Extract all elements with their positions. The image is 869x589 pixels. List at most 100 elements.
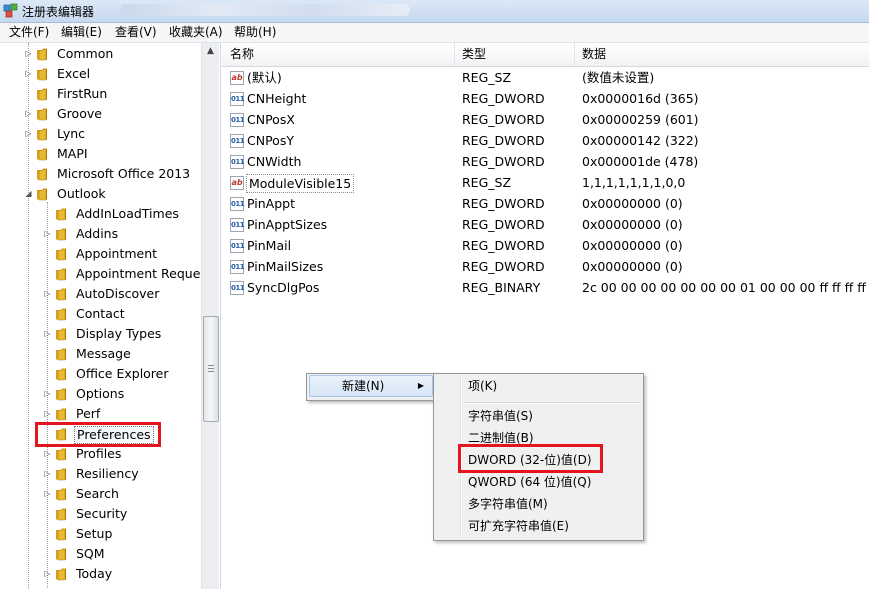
value-row[interactable]: 011 PinAppt REG_DWORD 0x00000000 (0) [222, 193, 869, 214]
tree-item[interactable]: SQM [0, 544, 205, 564]
tree-item[interactable]: MAPI [0, 144, 205, 164]
list-header: 名称 类型 数据 [222, 43, 869, 67]
tree-item-label: Today [76, 566, 113, 581]
folder-icon [56, 568, 66, 581]
tree-item[interactable]: ▷ Resiliency [0, 464, 205, 484]
value-data: 0x00000259 (601) [582, 112, 699, 127]
folder-icon [37, 108, 47, 121]
tree-item-label: MAPI [57, 146, 88, 161]
tree-item[interactable]: ▷ Options [0, 384, 205, 404]
column-name[interactable]: 名称 [222, 43, 455, 66]
expand-arrow-icon[interactable]: ▷ [43, 468, 52, 479]
scrollbar-thumb[interactable] [203, 316, 219, 422]
value-row[interactable]: 011 CNPosY REG_DWORD 0x00000142 (322) [222, 130, 869, 151]
tree-item-label: Perf [76, 406, 101, 421]
menu-item-new-label: 新建(N) [342, 379, 385, 393]
value-type: REG_SZ [462, 70, 512, 85]
expand-arrow-icon[interactable]: ▷ [24, 48, 33, 59]
menu-item-new[interactable]: 新建(N) ▶ [309, 375, 433, 397]
tree-item[interactable]: ▷ Profiles [0, 444, 205, 464]
value-row[interactable]: 011 CNHeight REG_DWORD 0x0000016d (365) [222, 88, 869, 109]
value-data: (数值未设置) [582, 70, 655, 85]
regedit-icon [3, 3, 18, 18]
scroll-up-arrow-icon[interactable]: ▲ [202, 43, 219, 60]
tree-item-label: AddInLoadTimes [76, 206, 179, 221]
expand-arrow-icon[interactable]: ▷ [43, 488, 52, 499]
tree-item[interactable]: Office Explorer [0, 364, 205, 384]
tree-item-label: Excel [57, 66, 91, 81]
folder-icon [56, 268, 66, 281]
column-type[interactable]: 类型 [454, 43, 575, 66]
window-title: 注册表编辑器 [22, 5, 95, 19]
tree-item-label: Appointment [76, 246, 158, 261]
binary-value-icon: 011 [230, 260, 245, 274]
folder-icon [56, 288, 66, 301]
value-row[interactable]: ab (默认) REG_SZ (数值未设置) [222, 67, 869, 88]
submenu-item-string[interactable]: 字符串值(S) [436, 406, 639, 426]
value-row[interactable]: 011 PinMail REG_DWORD 0x00000000 (0) [222, 235, 869, 256]
menu-edit[interactable]: 编辑(E) [58, 25, 105, 40]
collapse-arrow-icon[interactable]: ◢ [24, 188, 33, 199]
tree-item[interactable]: Appointment Reques [0, 264, 207, 284]
folder-icon [37, 148, 47, 161]
folder-icon [56, 508, 66, 521]
expand-arrow-icon[interactable]: ▷ [43, 388, 52, 399]
value-data: 2c 00 00 00 00 00 00 00 01 00 00 00 ff f… [582, 280, 869, 295]
grip-icon [208, 365, 214, 373]
tree-item[interactable]: ▷ AutoDiscover [0, 284, 205, 304]
tree-item[interactable]: ▷ Lync [0, 124, 205, 144]
expand-arrow-icon[interactable]: ▷ [43, 448, 52, 459]
menu-view[interactable]: 查看(V) [112, 25, 160, 40]
tree-item[interactable]: ▷ Excel [0, 64, 205, 84]
tree-item[interactable]: AddInLoadTimes [0, 204, 205, 224]
tree-item[interactable]: Security [0, 504, 205, 524]
tree-item[interactable]: ▷ Perf [0, 404, 205, 424]
tree-item[interactable]: ▷ Search [0, 484, 205, 504]
menu-favorites[interactable]: 收藏夹(A) [166, 25, 226, 40]
tree-item[interactable]: ▷ Addins [0, 224, 205, 244]
expand-arrow-icon[interactable]: ▷ [43, 328, 52, 339]
value-type: REG_DWORD [462, 112, 545, 127]
submenu-item-multistring-label: 多字符串值(M) [468, 497, 548, 511]
menu-file[interactable]: 文件(F) [6, 25, 52, 40]
tree-item[interactable]: Appointment [0, 244, 205, 264]
folder-icon [56, 208, 66, 221]
expand-arrow-icon[interactable]: ▷ [43, 288, 52, 299]
value-row[interactable]: 011 SyncDlgPos REG_BINARY 2c 00 00 00 00 00… [222, 277, 869, 298]
column-data[interactable]: 数据 [574, 43, 868, 66]
expand-arrow-icon[interactable]: ▷ [24, 68, 33, 79]
expand-arrow-icon[interactable]: ▷ [24, 128, 33, 139]
tree-item[interactable]: ◢ Outlook [0, 184, 205, 204]
value-name: CNWidth [247, 154, 302, 169]
value-row[interactable]: 011 PinMailSizes REG_DWORD 0x00000000 (0) [222, 256, 869, 277]
tree-item[interactable]: ▷ Today [0, 564, 205, 584]
menu-help[interactable]: 帮助(H) [231, 25, 279, 40]
submenu-item-expandstring[interactable]: 可扩充字符串值(E) [436, 516, 639, 536]
tree-item[interactable]: Contact [0, 304, 205, 324]
submenu-item-expandstring-label: 可扩充字符串值(E) [468, 519, 569, 533]
tree-item[interactable]: Microsoft Office 2013 [0, 164, 205, 184]
tree-item[interactable]: ▷ Common [0, 44, 205, 64]
value-row[interactable]: 011 CNPosX REG_DWORD 0x00000259 (601) [222, 109, 869, 130]
tree-item[interactable]: Setup [0, 524, 205, 544]
expand-arrow-icon[interactable]: ▷ [43, 568, 52, 579]
registry-tree[interactable]: ▷ Common ▷ Excel FirstRun ▷ Groove ▷ Lync MAPI Mic… [0, 43, 221, 589]
submenu-item-key[interactable]: 项(K) [436, 376, 639, 396]
menu-bar: 文件(F) 编辑(E) 查看(V) 收藏夹(A) 帮助(H) [0, 23, 869, 43]
tree-item[interactable]: Message [0, 344, 205, 364]
value-row[interactable]: ab ModuleVisible15 REG_SZ 1,1,1,1,1,1,1,0,0 [222, 172, 869, 193]
submenu-item-multistring[interactable]: 多字符串值(M) [436, 494, 639, 514]
tree-item[interactable]: ▷ Groove [0, 104, 205, 124]
tree-scrollbar[interactable]: ▲ [201, 43, 219, 589]
expand-arrow-icon[interactable]: ▷ [43, 408, 52, 419]
value-row[interactable]: 011 CNWidth REG_DWORD 0x000001de (478) [222, 151, 869, 172]
folder-icon [56, 488, 66, 501]
tree-item-label: Addins [76, 226, 119, 241]
tree-item[interactable]: FirstRun [0, 84, 205, 104]
value-row[interactable]: 011 PinApptSizes REG_DWORD 0x00000000 (0) [222, 214, 869, 235]
expand-arrow-icon[interactable]: ▷ [43, 228, 52, 239]
submenu-item-qword[interactable]: QWORD (64 位)值(Q) [436, 472, 639, 492]
tree-item[interactable]: ▷ Display Types [0, 324, 205, 344]
string-value-icon: ab [230, 176, 244, 190]
expand-arrow-icon[interactable]: ▷ [24, 108, 33, 119]
